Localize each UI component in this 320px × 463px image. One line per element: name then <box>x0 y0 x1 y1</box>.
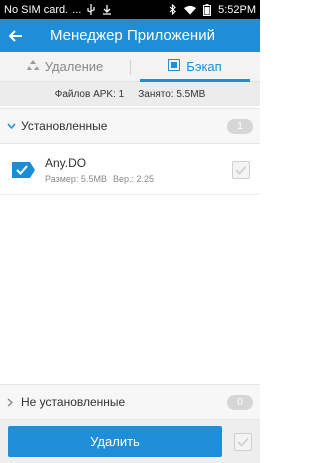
recycle-icon <box>26 59 39 74</box>
group-not-installed-count: 0 <box>227 394 253 410</box>
check-icon <box>237 437 249 447</box>
info-bar: Файлов APK: 1 Занято: 5.5MB <box>0 82 260 106</box>
usb-icon <box>85 4 97 16</box>
bluetooth-icon <box>167 4 179 16</box>
page-title: Менеджер Приложений <box>50 27 215 44</box>
check-icon <box>235 165 247 175</box>
battery-icon <box>201 3 213 16</box>
back-button[interactable] <box>0 19 32 52</box>
download-icon <box>101 4 113 16</box>
clock: 5:52PM <box>218 3 256 16</box>
tab-bar: Удаление Бэкап <box>0 52 260 82</box>
status-bar: No SIM card. ... 5:52PM <box>0 0 260 19</box>
app-version: Вер.: 2.25 <box>112 173 154 184</box>
group-installed-count: 1 <box>227 118 253 134</box>
select-all-checkbox[interactable] <box>234 432 252 451</box>
backup-icon <box>168 59 181 74</box>
group-installed-label: Установленные <box>21 119 108 133</box>
tab-uninstall[interactable]: Удаление <box>0 52 130 81</box>
app-checkbox[interactable] <box>232 160 250 179</box>
wifi-icon <box>184 4 197 16</box>
chevron-down-icon <box>7 123 19 129</box>
app-bar: Менеджер Приложений <box>0 19 260 52</box>
delete-button[interactable]: Удалить <box>8 426 222 457</box>
tab-divider <box>130 60 131 75</box>
tab-backup-label: Бэкап <box>186 59 222 74</box>
back-arrow-icon <box>9 29 22 42</box>
group-not-installed-label: Не установленные <box>21 395 126 409</box>
app-size: Размер: 5.5MB <box>45 173 107 184</box>
more-dots: ... <box>72 3 82 16</box>
anydo-app-icon <box>10 157 36 183</box>
group-installed-header[interactable]: Установленные 1 <box>0 108 260 144</box>
chevron-right-icon <box>7 397 19 407</box>
tab-backup[interactable]: Бэкап <box>130 52 260 82</box>
occupied-size: Занято: 5.5MB <box>138 88 206 100</box>
carrier-label: No SIM card. <box>4 3 69 16</box>
apk-file-count: Файлов APK: 1 <box>54 88 125 100</box>
tab-uninstall-label: Удаление <box>44 59 104 74</box>
bottom-bar: Удалить <box>0 420 260 463</box>
group-not-installed-header[interactable]: Не установленные 0 <box>0 384 260 420</box>
app-name: Any.DO <box>45 155 87 170</box>
list-item[interactable]: Any.DO Размер: 5.5MB Вер.: 2.25 <box>0 145 260 195</box>
